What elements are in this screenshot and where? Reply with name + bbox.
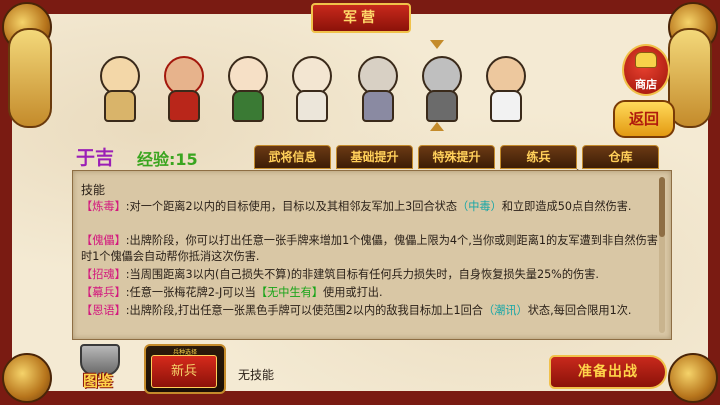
skill-status-tag: （潮讯） xyxy=(482,304,528,317)
gold-ingot-icon xyxy=(635,52,657,68)
skill-name: 【傀儡】 xyxy=(81,234,126,247)
corner-ornament-icon xyxy=(2,353,52,403)
hero-exp: 经验:15 xyxy=(137,150,198,169)
skill-text: :出牌阶段,打出任意一张黑色手牌可以使范围2以内的敌我目标加上1回合 xyxy=(125,304,483,317)
tab-warehouse[interactable]: 仓库 xyxy=(582,145,659,169)
tab-basic-upgrade[interactable]: 基础提升 xyxy=(336,145,413,169)
hero-portrait[interactable] xyxy=(92,50,144,122)
hero-body xyxy=(296,90,328,122)
shop-label: 商店 xyxy=(635,78,657,91)
panel-scrollbar[interactable] xyxy=(659,177,665,333)
skill-text: :对一个距离2以内的目标使用，目标以及其相邻友军加上3回合状态 xyxy=(125,200,458,213)
game-screen: 军营 商店 返回 于吉 经验:15 武将信息 基础提升 特殊提升 练兵 仓库 技… xyxy=(0,0,720,405)
page-title: 军营 xyxy=(311,3,411,33)
hero-portrait[interactable] xyxy=(350,50,402,122)
hero-body xyxy=(426,90,458,122)
back-button[interactable]: 返回 xyxy=(613,100,675,138)
skill-entry: 【招魂】:当周围距离3以内(自己损失不算)的非建筑目标有任何兵力损失时，自身恢复… xyxy=(81,267,659,283)
hero-portrait[interactable] xyxy=(414,50,466,122)
dragon-ornament-icon xyxy=(8,28,52,128)
hero-portrait[interactable] xyxy=(284,50,336,122)
skill-text: 使用或打出. xyxy=(323,286,383,299)
corner-ornament-icon xyxy=(668,353,718,403)
frame-bottom xyxy=(0,391,720,405)
hero-body xyxy=(104,90,136,122)
scroll-up-arrow-icon[interactable] xyxy=(430,40,444,49)
skill-entry: 【恩语】:出牌阶段,打出任意一张黑色手牌可以使范围2以内的敌我目标加上1回合（潮… xyxy=(81,303,659,319)
recruit-button[interactable]: 新兵 xyxy=(151,355,217,388)
recruit-slot[interactable]: 兵种选择 新兵 xyxy=(144,344,226,394)
codex-label: 图鉴 xyxy=(82,372,113,390)
hero-portrait[interactable] xyxy=(478,50,530,122)
skills-panel[interactable]: 技能 【炼毒】:对一个距离2以内的目标使用，目标以及其相邻友军加上3回合状态（中… xyxy=(72,170,672,340)
hero-body xyxy=(232,90,264,122)
scroll-down-arrow-icon[interactable] xyxy=(430,122,444,131)
skill-status-tag: （中毒） xyxy=(457,200,502,213)
hero-portrait[interactable] xyxy=(220,50,272,122)
no-skill-text: 无技能 xyxy=(238,368,275,382)
skill-name: 【幕兵】 xyxy=(81,286,126,299)
skill-name: 【炼毒】 xyxy=(81,200,126,213)
skill-text: 和立即造成50点自然伤害. xyxy=(501,200,632,213)
skills-heading: 技能 xyxy=(81,183,106,197)
skill-text: :任意一张梅花牌2-J可以当 xyxy=(125,286,256,299)
skill-text: 状态,每回合限用1次. xyxy=(527,304,632,317)
hero-name: 于吉 xyxy=(76,147,115,169)
tab-training[interactable]: 练兵 xyxy=(500,145,577,169)
shop-button[interactable]: 商店 xyxy=(622,44,670,96)
hero-body xyxy=(362,90,394,122)
skill-card-tag: 【无中生有】 xyxy=(255,286,324,299)
tab-special-upgrade[interactable]: 特殊提升 xyxy=(418,145,495,169)
skill-entry: 【傀儡】:出牌阶段，你可以打出任意一张手牌来增加1个傀儡，傀儡上限为4个,当你或… xyxy=(81,233,659,265)
skill-text: :出牌阶段，你可以打出任意一张手牌来增加1个傀儡，傀儡上限为4个,当你或则距离1… xyxy=(81,234,658,263)
skill-name: 【招魂】 xyxy=(81,268,126,281)
prepare-battle-button[interactable]: 准备出战 xyxy=(549,355,667,389)
codex-button[interactable]: 图鉴 xyxy=(74,344,122,390)
hero-body xyxy=(490,90,522,122)
skill-name: 【恩语】 xyxy=(81,304,126,317)
tab-general-info[interactable]: 武将信息 xyxy=(254,145,331,169)
skill-entry: 【幕兵】:任意一张梅花牌2-J可以当【无中生有】使用或打出. xyxy=(81,285,659,301)
scrollbar-thumb[interactable] xyxy=(659,177,665,237)
skill-entry: 【炼毒】:对一个距离2以内的目标使用，目标以及其相邻友军加上3回合状态（中毒）和… xyxy=(81,199,659,215)
skill-text: :当周围距离3以内(自己损失不算)的非建筑目标有任何兵力损失时，自身恢复损失量2… xyxy=(125,268,599,281)
hero-portrait[interactable] xyxy=(156,50,208,122)
hero-body xyxy=(168,90,200,122)
